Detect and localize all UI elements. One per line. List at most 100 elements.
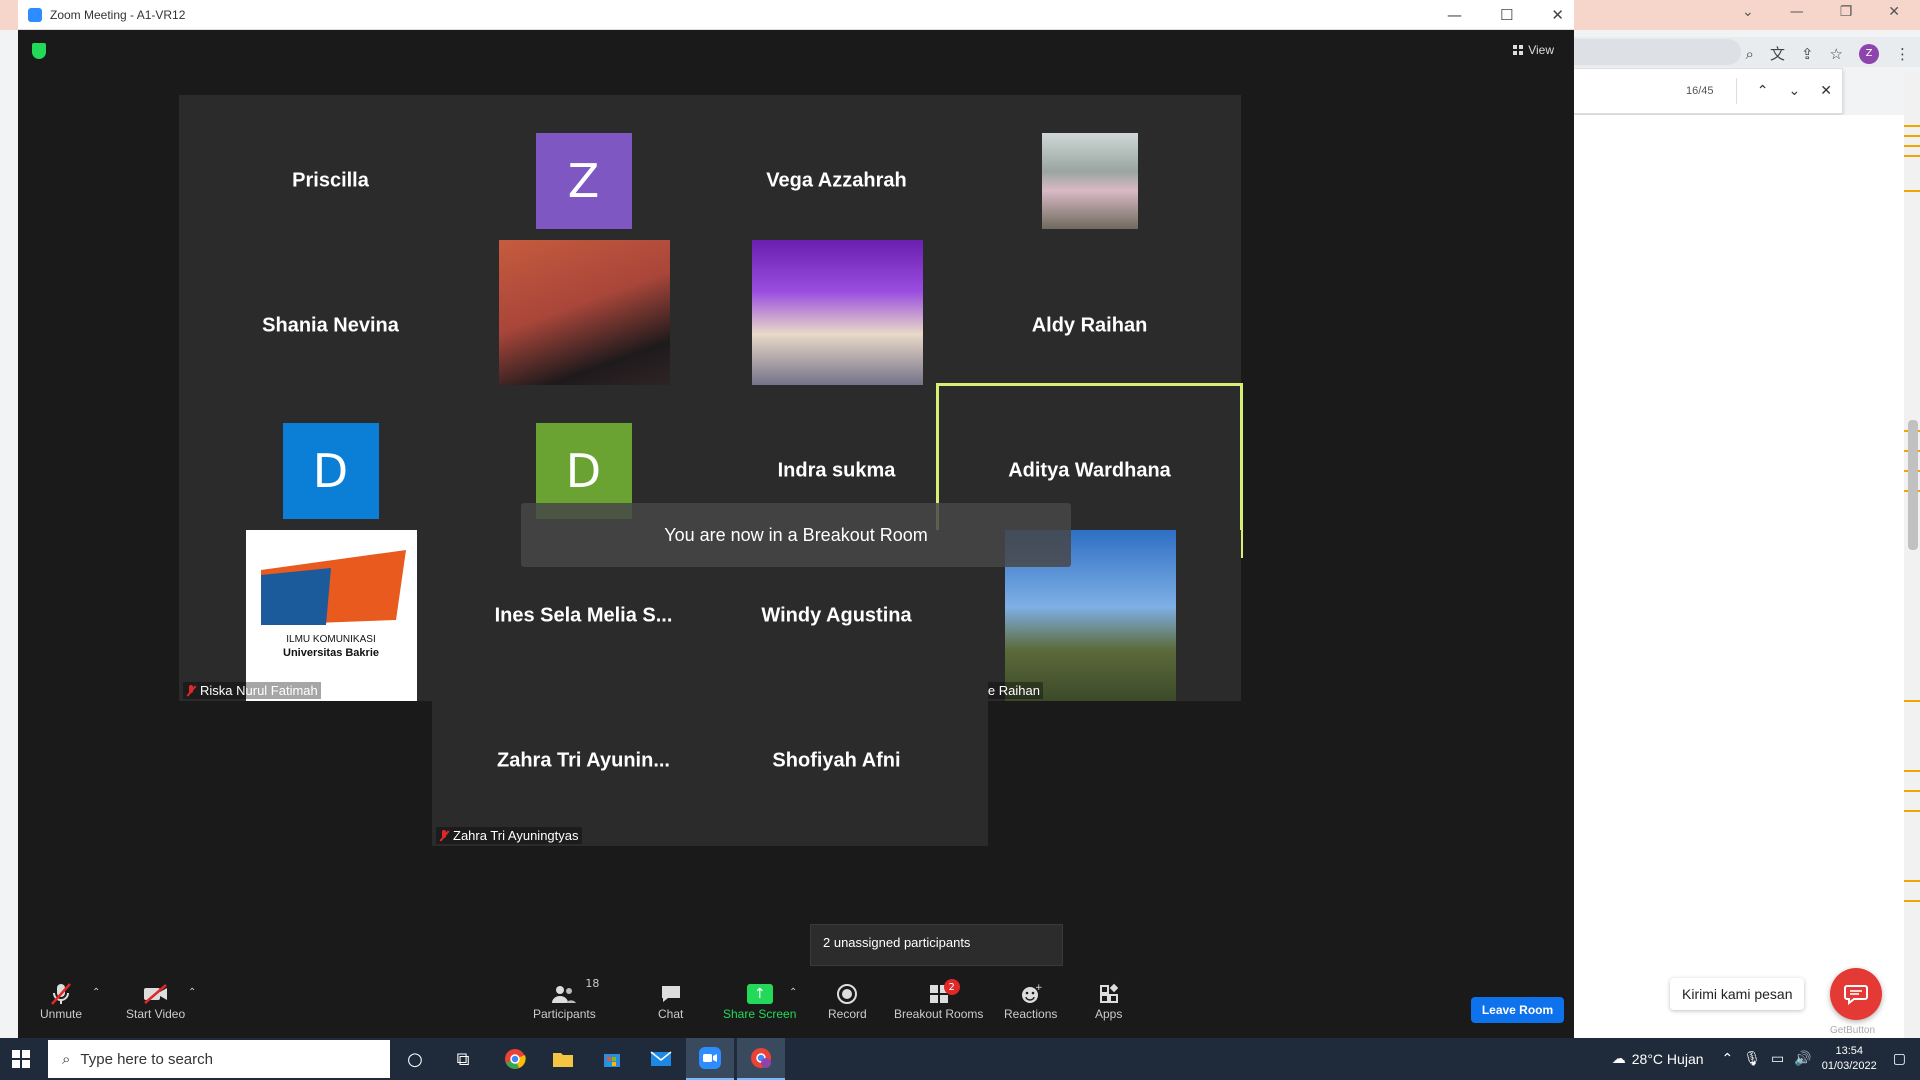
restore-icon[interactable]: ❐	[1840, 4, 1853, 20]
scrollbar-thumb[interactable]	[1908, 420, 1918, 550]
profile-avatar[interactable]: Z	[1859, 43, 1879, 64]
logo-text-bottom: Universitas Bakrie	[283, 647, 379, 659]
share-options-caret-icon[interactable]: ⌃	[789, 987, 797, 998]
apps-icon	[1098, 981, 1120, 1007]
video-off-icon	[142, 981, 170, 1007]
maximize-icon[interactable]: ☐	[1500, 6, 1513, 24]
windows-start-icon[interactable]	[12, 1050, 30, 1068]
scrollbar-track[interactable]	[1904, 72, 1920, 1040]
unassigned-participants-popup[interactable]: 2 unassigned participants	[810, 924, 1063, 966]
menu-dots-icon[interactable]: ⋮	[1895, 45, 1910, 63]
reactions-button[interactable]: + Reactions	[1004, 981, 1057, 1021]
avatar: D	[282, 422, 379, 519]
view-button[interactable]: View	[1513, 43, 1554, 57]
chat-label: Chat	[658, 1007, 684, 1021]
university-logo: ILMU KOMUNIKASI Universitas Bakrie	[245, 530, 417, 701]
unmute-label: Unmute	[40, 1007, 83, 1021]
close-icon[interactable]: ✕	[1551, 6, 1564, 24]
task-view-icon[interactable]: ⧉	[448, 1044, 478, 1074]
network-icon[interactable]: ▭	[1771, 1051, 1784, 1067]
chat-widget-button[interactable]	[1830, 968, 1882, 1020]
video-options-caret-icon[interactable]: ⌃	[188, 987, 196, 998]
find-marker	[1904, 810, 1920, 812]
zoom-logo-icon	[28, 7, 42, 22]
chat-bubble-icon	[1844, 985, 1868, 1005]
meeting-toolbar: Unmute ⌃ Start Video ⌃ 18 Participants C…	[18, 977, 1574, 1038]
find-marker	[1904, 145, 1920, 147]
address-bar[interactable]	[1573, 39, 1741, 65]
muted-mic-icon	[186, 684, 196, 697]
find-next-icon[interactable]: ⌄	[1778, 83, 1810, 99]
find-close-icon[interactable]: ✕	[1810, 83, 1842, 99]
unmute-button[interactable]: Unmute	[40, 981, 82, 1021]
audio-options-caret-icon[interactable]: ⌃	[92, 987, 100, 998]
participant-profile-image	[1041, 132, 1138, 229]
weather-text[interactable]: 28°C Hujan	[1632, 1051, 1704, 1067]
view-label: View	[1528, 43, 1554, 57]
find-marker	[1904, 770, 1920, 772]
breakout-toast: You are now in a Breakout Room	[521, 503, 1071, 567]
chevron-down-icon[interactable]: ⌄	[1742, 4, 1754, 20]
zoom-window-controls: — ☐ ✕	[1447, 6, 1564, 24]
share-screen-button[interactable]: ↑ Share Screen	[723, 981, 796, 1021]
find-previous-icon[interactable]: ⌃	[1747, 83, 1779, 99]
clock-date: 01/03/2022	[1821, 1060, 1877, 1072]
store-icon[interactable]	[597, 1044, 627, 1074]
participant-name-text: Zahra Tri Ayuningtyas	[453, 828, 579, 843]
chrome-app-icon[interactable]	[500, 1044, 530, 1074]
file-explorer-icon[interactable]	[548, 1044, 578, 1074]
notifications-icon[interactable]: ▢	[1893, 1051, 1906, 1067]
volume-icon[interactable]: 🔊	[1794, 1051, 1811, 1067]
find-marker	[1904, 900, 1920, 902]
chrome-toolbar-icons: ⌕ 文 ⇪ ☆ Z ⋮	[1746, 43, 1910, 64]
getbutton-label: GetButton	[1830, 1025, 1876, 1036]
taskbar-search[interactable]: ⌕ Type here to search	[48, 1040, 390, 1078]
record-button[interactable]: Record	[828, 981, 867, 1021]
chrome-profile-app-icon[interactable]	[737, 1038, 785, 1080]
breakout-rooms-label: Breakout Rooms	[894, 1007, 984, 1021]
find-marker	[1904, 880, 1920, 882]
clock[interactable]: 13:54 01/03/2022	[1822, 1044, 1877, 1074]
record-label: Record	[828, 1007, 867, 1021]
reactions-icon: +	[1020, 981, 1042, 1007]
cortana-icon[interactable]: ○	[400, 1044, 430, 1074]
participants-count: 18	[585, 977, 600, 990]
zoom-app-icon[interactable]	[686, 1038, 734, 1080]
close-icon[interactable]: ✕	[1888, 4, 1900, 20]
muted-mic-icon	[50, 981, 72, 1007]
minimize-icon[interactable]: —	[1790, 4, 1804, 20]
clock-time: 13:54	[1835, 1045, 1863, 1057]
security-shield-icon[interactable]	[32, 43, 46, 59]
star-icon[interactable]: ☆	[1830, 45, 1843, 63]
show-hidden-icons-icon[interactable]: ⌃	[1722, 1051, 1734, 1067]
translate-icon[interactable]: 文	[1770, 43, 1785, 64]
start-video-button[interactable]: Start Video	[126, 981, 185, 1021]
participants-icon: 18	[551, 977, 599, 1007]
participants-button[interactable]: 18 Participants	[533, 977, 599, 1021]
chat-button[interactable]: Chat	[658, 981, 683, 1021]
find-marker	[1904, 135, 1920, 137]
share-icon[interactable]: ⇪	[1801, 45, 1814, 63]
share-screen-icon: ↑	[746, 981, 773, 1007]
breakout-rooms-button[interactable]: 2 Breakout Rooms	[894, 979, 984, 1021]
weather-icon[interactable]: ☁	[1612, 1051, 1626, 1067]
minimize-icon[interactable]: —	[1447, 6, 1462, 24]
participant-display-name: Aldy Raihan	[1031, 314, 1148, 336]
page-search-icon[interactable]: ⌕	[1746, 45, 1754, 63]
microphone-icon[interactable]: 🎙	[1743, 1051, 1761, 1067]
find-bar: 16/45 ⌃ ⌄ ✕	[1573, 68, 1843, 114]
start-video-label: Start Video	[126, 1007, 186, 1021]
breakout-rooms-icon: 2	[928, 979, 960, 1007]
find-count: 16/45	[1686, 85, 1714, 97]
chrome-toolbar: ⌕ 文 ⇪ ☆ Z ⋮	[1573, 37, 1920, 67]
meeting-area: View PriscillaPriscillaZzoom baa01Vega A…	[18, 31, 1574, 1038]
apps-button[interactable]: Apps	[1095, 981, 1122, 1021]
leave-room-button[interactable]: Leave Room	[1471, 997, 1564, 1023]
chrome-page-content	[1573, 115, 1920, 1038]
participant-name-text: Riska Nurul Fatimah	[200, 683, 318, 698]
participant-tile[interactable]: Shofiyah Afni	[685, 675, 988, 846]
chat-prompt-bubble[interactable]: Kirimi kami pesan	[1670, 978, 1805, 1010]
find-marker	[1904, 190, 1920, 192]
mail-icon[interactable]	[646, 1044, 676, 1074]
find-marker	[1904, 155, 1920, 157]
